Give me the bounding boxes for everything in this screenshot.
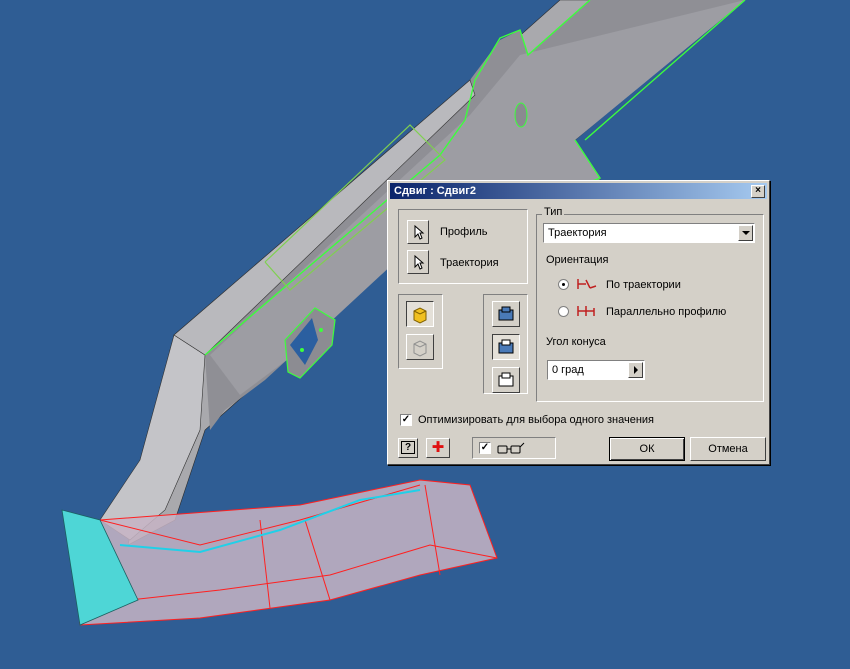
cancel-label: Отмена xyxy=(708,443,748,455)
path-select-button[interactable] xyxy=(407,250,429,274)
close-button[interactable]: × xyxy=(751,185,765,198)
type-group-label: Тип xyxy=(542,206,565,218)
ok-label: ОК xyxy=(639,443,655,455)
dialog-title: Сдвиг : Сдвиг2 xyxy=(394,185,476,197)
cursor-icon xyxy=(414,254,425,270)
part-hole xyxy=(514,102,528,128)
type-select-value: Траектория xyxy=(548,227,607,239)
join-button[interactable] xyxy=(492,301,520,327)
parallel-orientation-icon xyxy=(577,306,595,316)
orientation-parallel-label: Параллельно профилю xyxy=(606,306,727,318)
orientation-path-label: По траектории xyxy=(606,279,681,291)
ok-button[interactable]: ОК xyxy=(609,437,685,461)
orientation-parallel-radio[interactable] xyxy=(558,306,569,317)
taper-input[interactable]: 0 град xyxy=(547,360,645,380)
chevron-right-icon[interactable] xyxy=(628,362,643,378)
help-button[interactable]: ? xyxy=(398,438,418,458)
cursor-icon xyxy=(414,224,425,240)
intersect-icon xyxy=(498,372,514,387)
type-select[interactable]: Траектория xyxy=(543,223,755,243)
surface-output-button[interactable] xyxy=(406,334,434,360)
pocket-point xyxy=(300,348,304,352)
pocket-point-2 xyxy=(319,328,323,332)
profile-label: Профиль xyxy=(440,226,488,238)
taper-label: Угол конуса xyxy=(546,336,606,348)
cut-button[interactable] xyxy=(492,334,520,360)
path-orientation-icon xyxy=(577,279,597,289)
sweep-dialog: Сдвиг : Сдвиг2 × Профиль Траектория Тип … xyxy=(387,180,770,465)
join-icon xyxy=(498,306,514,321)
help-icon: ? xyxy=(400,441,416,454)
cut-icon xyxy=(498,339,514,354)
optimize-label: Оптимизировать для выбора одного значени… xyxy=(418,414,655,426)
path-label: Траектория xyxy=(440,257,499,269)
glasses-icon xyxy=(497,442,525,454)
optimize-checkbox[interactable]: ✓ xyxy=(400,414,412,426)
orientation-label: Ориентация xyxy=(546,254,609,266)
solid-output-button[interactable] xyxy=(406,301,434,327)
dialog-titlebar[interactable]: Сдвиг : Сдвиг2 × xyxy=(390,183,767,199)
intersect-button[interactable] xyxy=(492,367,520,393)
chevron-down-icon[interactable] xyxy=(738,225,753,241)
orientation-path-radio[interactable] xyxy=(558,279,569,290)
taper-value: 0 град xyxy=(552,364,584,376)
solid-output-icon xyxy=(413,307,427,324)
profile-select-button[interactable] xyxy=(407,220,429,244)
preview-checkbox[interactable]: ✓ xyxy=(479,442,491,454)
part-bevel-face xyxy=(99,334,206,541)
plus-icon: ✚ xyxy=(431,439,445,456)
plus-button[interactable]: ✚ xyxy=(426,438,450,458)
cancel-button[interactable]: Отмена xyxy=(690,437,766,461)
surface-output-icon xyxy=(413,340,427,357)
